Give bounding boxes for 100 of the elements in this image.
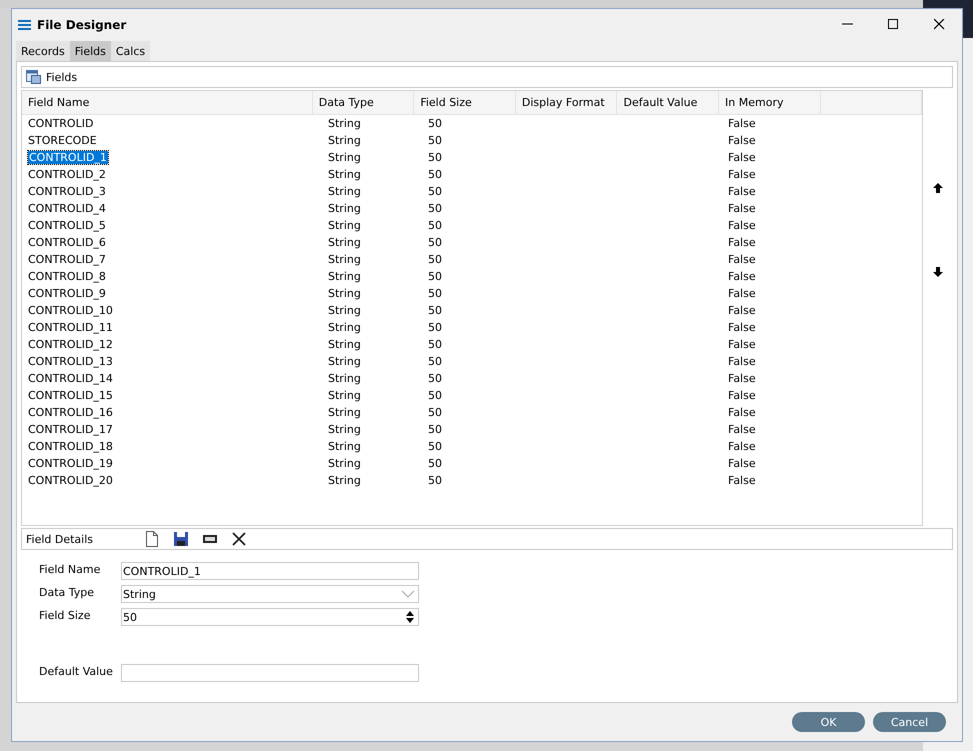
table-cell: False (728, 355, 756, 368)
table-cell[interactable]: CONTROLID_13 (28, 355, 113, 368)
maximize-icon[interactable] (888, 19, 898, 30)
table-cell: 50 (428, 406, 442, 419)
table-cell: False (728, 338, 756, 351)
table-cell: String (328, 168, 361, 181)
table-cell: 50 (428, 185, 442, 198)
new-document-icon[interactable] (144, 531, 160, 547)
tab[interactable]: Records (16, 41, 70, 61)
table-cell: String (328, 440, 361, 453)
save-icon[interactable] (173, 531, 190, 547)
table-cell: False (728, 304, 756, 317)
table-cell[interactable]: CONTROLID (28, 117, 94, 130)
table-cell[interactable]: CONTROLID_19 (28, 457, 113, 470)
table-cell: False (728, 185, 756, 198)
field-label: Field Size (39, 608, 92, 622)
column-header: Field Size (414, 91, 516, 114)
table-cell[interactable]: CONTROLID_16 (28, 406, 113, 419)
column-header: Default Value (617, 91, 720, 114)
table-cell: False (728, 474, 756, 487)
table-cell[interactable]: CONTROLID_2 (28, 168, 106, 181)
table-cell: String (328, 321, 361, 334)
column-header: Field Name (22, 91, 313, 114)
table-cell[interactable]: CONTROLID_14 (28, 372, 113, 385)
input-field[interactable] (121, 664, 419, 682)
move-up-button[interactable] (932, 182, 944, 194)
table-cell[interactable]: CONTROLID_10 (28, 304, 113, 317)
table-cell: 50 (428, 202, 442, 215)
table-cell[interactable]: CONTROLID_5 (28, 219, 106, 232)
table-cell[interactable]: CONTROLID_17 (28, 423, 113, 436)
table-cell: 50 (428, 253, 442, 266)
table-cell[interactable]: CONTROLID_7 (28, 253, 106, 266)
table-cell: String (328, 253, 361, 266)
table-cell: False (728, 423, 756, 436)
table-cell[interactable]: CONTROLID_6 (28, 236, 106, 249)
grid-icon (26, 70, 41, 84)
table-cell[interactable]: CONTROLID_15 (28, 389, 113, 402)
table-cell: 50 (428, 304, 442, 317)
table-cell[interactable]: CONTROLID_20 (28, 474, 113, 487)
table-cell: False (728, 236, 756, 249)
table-cell: 50 (428, 355, 442, 368)
table-cell: String (328, 270, 361, 283)
close-icon[interactable] (934, 19, 944, 30)
table-cell: String (328, 406, 361, 419)
table-cell[interactable]: CONTROLID_12 (28, 338, 113, 351)
table-cell: False (728, 270, 756, 283)
table-cell: False (728, 440, 756, 453)
table-cell: False (728, 372, 756, 385)
dialog-button[interactable]: OK (792, 712, 865, 732)
column-header: Data Type (312, 91, 414, 114)
table-cell: 50 (428, 236, 442, 249)
table-cell: String (328, 355, 361, 368)
dropdown[interactable]: String (121, 585, 419, 603)
table-cell[interactable]: CONTROLID_18 (28, 440, 113, 453)
dialog-button[interactable]: Cancel (873, 712, 946, 732)
table-cell: False (728, 457, 756, 470)
table-cell: String (328, 474, 361, 487)
field-label: Data Type (39, 585, 96, 599)
table-cell: False (728, 219, 756, 232)
table-cell: 50 (428, 440, 442, 453)
table-cell: 50 (428, 270, 442, 283)
table-cell: 50 (428, 321, 442, 334)
input-field[interactable]: CONTROLID_1 (121, 562, 419, 580)
table-cell: String (328, 389, 361, 402)
table-cell: String (328, 185, 361, 198)
table-cell: String (328, 287, 361, 300)
table-cell[interactable]: STORECODE (28, 134, 97, 147)
table-cell: String (328, 117, 361, 130)
table-cell: False (728, 406, 756, 419)
table-cell[interactable]: CONTROLID_11 (28, 321, 113, 334)
table-cell: False (728, 287, 756, 300)
table-cell: 50 (428, 287, 442, 300)
spin-box[interactable]: 50 (121, 608, 419, 626)
table-cell: 50 (428, 389, 442, 402)
move-down-button[interactable] (932, 266, 944, 278)
table-cell: String (328, 304, 361, 317)
table-cell: False (728, 134, 756, 147)
table-cell[interactable]: CONTROLID_9 (28, 287, 106, 300)
table-cell: 50 (428, 151, 442, 164)
table-cell: String (328, 202, 361, 215)
table-cell: 50 (428, 372, 442, 385)
table-cell[interactable]: CONTROLID_3 (28, 185, 106, 198)
table-cell: False (728, 117, 756, 130)
table-cell: String (328, 134, 361, 147)
table-cell[interactable]: CONTROLID_4 (28, 202, 106, 215)
tab[interactable]: Calcs (110, 41, 150, 61)
table-cell: 50 (428, 134, 442, 147)
table-cell: String (328, 423, 361, 436)
table-cell: False (728, 168, 756, 181)
tab[interactable]: Fields (70, 41, 111, 61)
table-cell: False (728, 389, 756, 402)
column-header: Display Format (516, 91, 618, 114)
table-cell: False (728, 202, 756, 215)
table-cell: String (328, 338, 361, 351)
table-cell[interactable]: CONTROLID_8 (28, 270, 106, 283)
spinner-arrows-icon[interactable] (405, 610, 415, 624)
table-cell: 50 (428, 457, 442, 470)
table-cell: 50 (428, 474, 442, 487)
delete-icon[interactable] (231, 531, 248, 547)
table-cell[interactable]: CONTROLID_1 (28, 151, 108, 164)
